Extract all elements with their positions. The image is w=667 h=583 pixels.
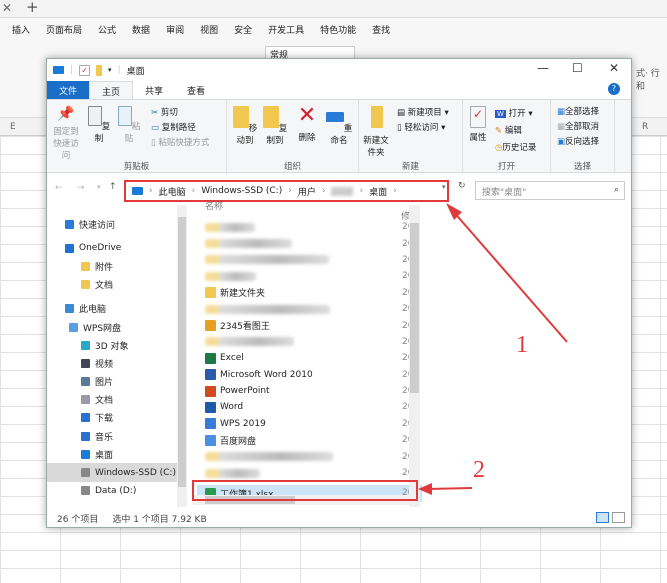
annotation-1: 1 xyxy=(516,332,528,358)
arrow-2-head xyxy=(418,483,432,495)
annotation-2: 2 xyxy=(473,457,485,483)
arrow-1 xyxy=(451,209,568,343)
annotation-layer: 1 2 xyxy=(418,203,568,495)
arrow-2 xyxy=(427,487,473,490)
